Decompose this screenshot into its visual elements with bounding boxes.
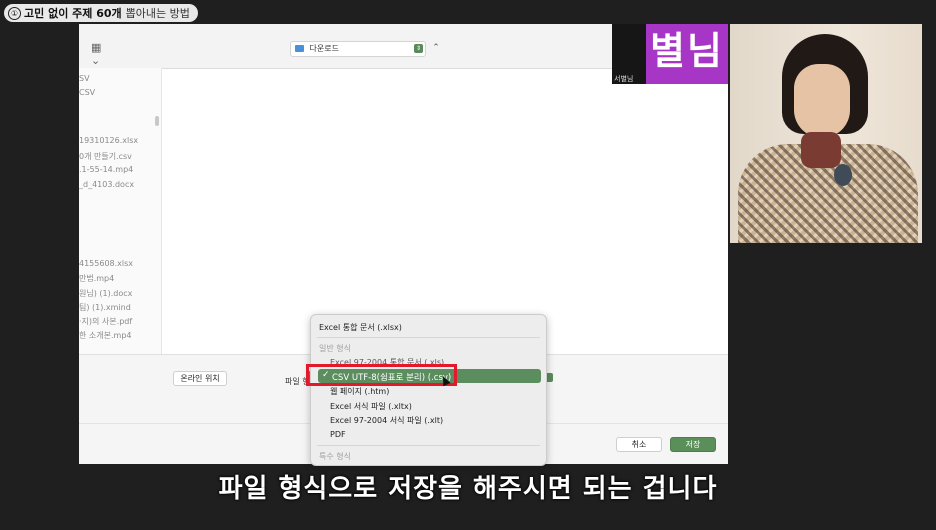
scrollbar[interactable] bbox=[155, 116, 159, 126]
menu-item-pdf[interactable]: PDF bbox=[330, 430, 346, 439]
file-item[interactable]: .1-55-14.mp4 bbox=[79, 165, 133, 174]
title-bold: 고민 없이 주제 60개 bbox=[24, 7, 122, 20]
participant-name-label: 서별님 bbox=[614, 75, 634, 83]
title-rest: 뽑아내는 방법 bbox=[125, 7, 190, 20]
webcam-video bbox=[730, 24, 922, 243]
file-item[interactable]: 19310126.xlsx bbox=[79, 136, 138, 145]
online-location-button[interactable]: 온라인 위치 bbox=[173, 371, 227, 386]
participant-name-large: 별님 bbox=[650, 29, 724, 73]
collapse-chevron-icon[interactable]: ⌃ bbox=[429, 41, 443, 55]
video-subtitle: 파일 형식으로 저장을 해주시면 되는 겁니다 bbox=[218, 474, 718, 504]
presenter-face bbox=[794, 64, 850, 138]
folder-icon bbox=[295, 45, 304, 52]
file-item[interactable]: CSV bbox=[79, 88, 95, 97]
file-item[interactable]: _d_4103.docx bbox=[79, 180, 134, 189]
location-stepper-icon: ⇕ bbox=[414, 44, 423, 53]
menu-item-htm[interactable]: 웹 페이지 (.htm) bbox=[330, 386, 389, 397]
file-item[interactable]: ·지)의 사본.pdf bbox=[79, 316, 132, 327]
cancel-button[interactable]: 취소 bbox=[616, 437, 662, 452]
presenter-turtleneck bbox=[801, 132, 841, 168]
video-title-badge: ① 고민 없이 주제 60개 뽑아내는 방법 bbox=[4, 4, 198, 22]
file-format-menu: Excel 통합 문서 (.xlsx) 일반 형식 Excel 97-2004 … bbox=[310, 314, 547, 466]
location-popup[interactable]: 다운로드 ⇕ bbox=[290, 41, 426, 57]
episode-number: ① bbox=[8, 6, 21, 20]
menu-separator bbox=[317, 337, 540, 338]
highlight-annotation bbox=[306, 364, 457, 386]
menu-separator bbox=[317, 445, 540, 446]
menu-section-special: 특수 형식 bbox=[319, 452, 351, 461]
file-item[interactable]: 만법.mp4 bbox=[79, 273, 114, 284]
location-label: 다운로드 bbox=[309, 44, 339, 53]
menu-item-xlsx[interactable]: Excel 통합 문서 (.xlsx) bbox=[319, 322, 402, 333]
file-list: SV CSV 19310126.xlsx 0개 만들기.csv .1-55-14… bbox=[79, 68, 162, 354]
file-item[interactable]: 원님) (1).docx bbox=[79, 288, 132, 299]
file-item[interactable]: SV bbox=[79, 74, 90, 83]
file-item[interactable]: 4155608.xlsx bbox=[79, 259, 133, 268]
save-button[interactable]: 저장 bbox=[670, 437, 716, 452]
file-item[interactable]: 한 소개본.mp4 bbox=[79, 330, 132, 341]
menu-item-xltx[interactable]: Excel 서식 파일 (.xltx) bbox=[330, 401, 412, 412]
view-mode-button[interactable]: ▦ ⌄ bbox=[91, 41, 113, 67]
menu-section-general: 일반 형식 bbox=[319, 344, 351, 353]
presenter-brooch bbox=[834, 164, 852, 186]
file-item[interactable]: 팀) (1).xmind bbox=[79, 302, 131, 313]
participant-tile: 별님 서별님 bbox=[612, 24, 728, 84]
file-item[interactable]: 0개 만들기.csv bbox=[79, 151, 132, 162]
menu-item-xlt[interactable]: Excel 97-2004 서식 파일 (.xlt) bbox=[330, 415, 443, 426]
